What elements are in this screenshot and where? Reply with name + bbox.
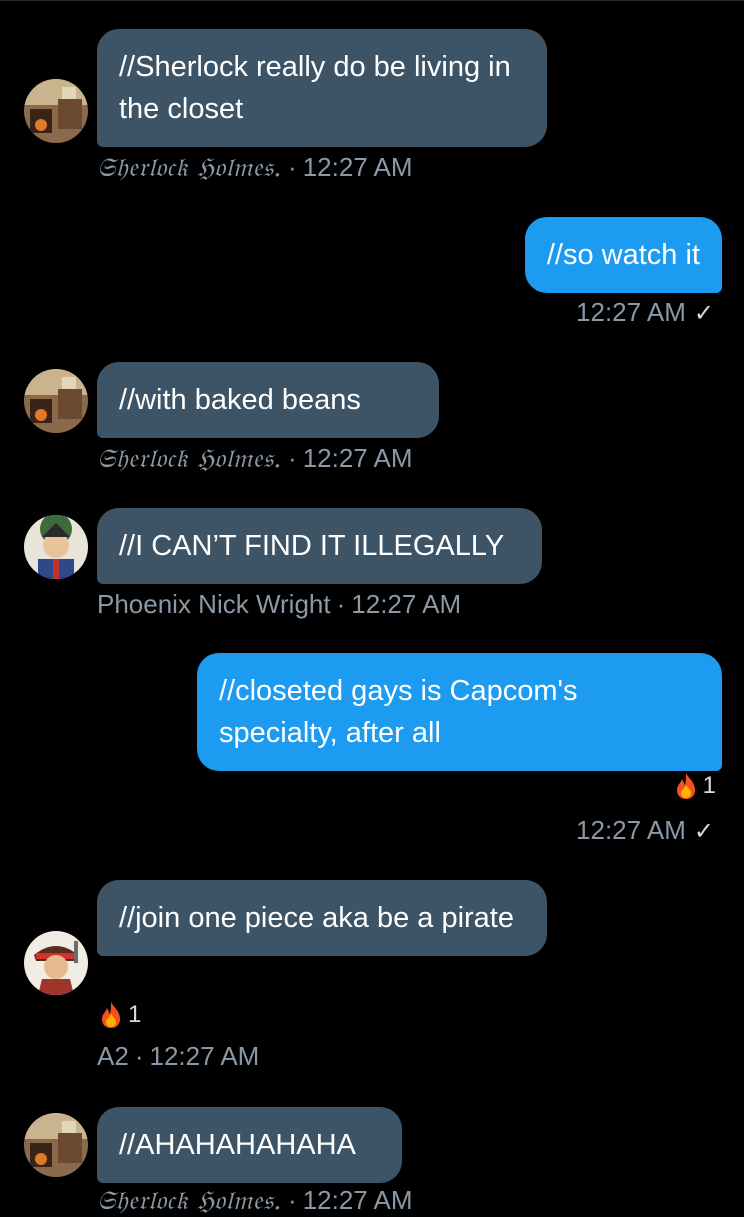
sender-name[interactable]: 𝔖𝔥𝔢𝔯𝔩𝔬𝔠𝔨 ℌ𝔬𝔩𝔪𝔢𝔰. <box>97 153 282 183</box>
sherlock-avatar[interactable] <box>24 1113 88 1177</box>
message-meta: 𝔖𝔥𝔢𝔯𝔩𝔬𝔠𝔨 ℌ𝔬𝔩𝔪𝔢𝔰. · 12:27 AM <box>97 443 413 475</box>
character-portrait-icon <box>24 515 88 579</box>
timestamp: 12:27 AM <box>351 589 462 619</box>
timestamp: 12:27 AM <box>576 297 686 327</box>
message-bubble[interactable]: //closeted gays is Capcom's specialty, a… <box>197 653 722 771</box>
message-meta: 𝔖𝔥𝔢𝔯𝔩𝔬𝔠𝔨 ℌ𝔬𝔩𝔪𝔢𝔰. · 12:27 AM <box>97 152 413 184</box>
message-bubble[interactable]: //Sherlock really do be living in the cl… <box>97 29 547 147</box>
sender-name[interactable]: A2 <box>97 1041 129 1071</box>
sherlock-avatar[interactable] <box>24 369 88 433</box>
message-meta: Phoenix Nick Wright · 12:27 AM <box>97 589 461 620</box>
timestamp: 12:27 AM <box>302 152 413 182</box>
dm-conversation: //Sherlock really do be living in the cl… <box>0 0 744 1216</box>
message-bubble[interactable]: //join one piece aka be a pirate <box>97 880 547 956</box>
sherlock-avatar[interactable] <box>24 79 88 143</box>
reaction-count: 1 <box>702 772 716 799</box>
check-icon: ✓ <box>693 818 714 845</box>
separator: · <box>288 1185 297 1215</box>
sender-name[interactable]: Phoenix Nick Wright <box>97 589 331 619</box>
timestamp: 12:27 AM <box>302 443 413 473</box>
fire-emoji-icon <box>102 1002 120 1028</box>
sender-name[interactable]: 𝔖𝔥𝔢𝔯𝔩𝔬𝔠𝔨 ℌ𝔬𝔩𝔪𝔢𝔰. <box>97 1186 282 1216</box>
message-bubble[interactable]: //I CAN’T FIND IT ILLEGALLY <box>97 508 542 584</box>
separator: · <box>336 589 346 619</box>
message-meta: 12:27 AM ✓ <box>576 297 714 328</box>
room-illustration-icon <box>24 369 88 433</box>
phoenix-avatar[interactable] <box>24 515 88 579</box>
timestamp: 12:27 AM <box>302 1185 413 1215</box>
message-bubble[interactable]: //AHAHAHAHAHA <box>97 1107 402 1183</box>
a2-avatar[interactable] <box>24 931 88 995</box>
room-illustration-icon <box>24 1113 88 1177</box>
message-bubble[interactable]: //with baked beans <box>97 362 439 438</box>
separator: · <box>134 1041 144 1071</box>
separator: · <box>288 443 297 473</box>
separator: · <box>288 152 297 182</box>
check-icon: ✓ <box>693 300 714 327</box>
message-meta: A2 · 12:27 AM <box>97 1041 259 1072</box>
room-illustration-icon <box>24 79 88 143</box>
sender-name[interactable]: 𝔖𝔥𝔢𝔯𝔩𝔬𝔠𝔨 ℌ𝔬𝔩𝔪𝔢𝔰. <box>97 444 282 474</box>
timestamp: 12:27 AM <box>576 815 686 845</box>
reaction[interactable]: 1 <box>675 772 716 800</box>
reaction[interactable]: 1 <box>100 1001 141 1029</box>
message-bubble[interactable]: //so watch it <box>524 217 722 293</box>
timestamp: 12:27 AM <box>149 1041 260 1071</box>
reaction-count: 1 <box>128 1001 142 1028</box>
fire-emoji-icon <box>676 773 695 799</box>
message-meta: 12:27 AM ✓ <box>576 815 714 846</box>
character-portrait-icon <box>24 931 88 995</box>
message-meta: 𝔖𝔥𝔢𝔯𝔩𝔬𝔠𝔨 ℌ𝔬𝔩𝔪𝔢𝔰. · 12:27 AM <box>97 1185 413 1217</box>
